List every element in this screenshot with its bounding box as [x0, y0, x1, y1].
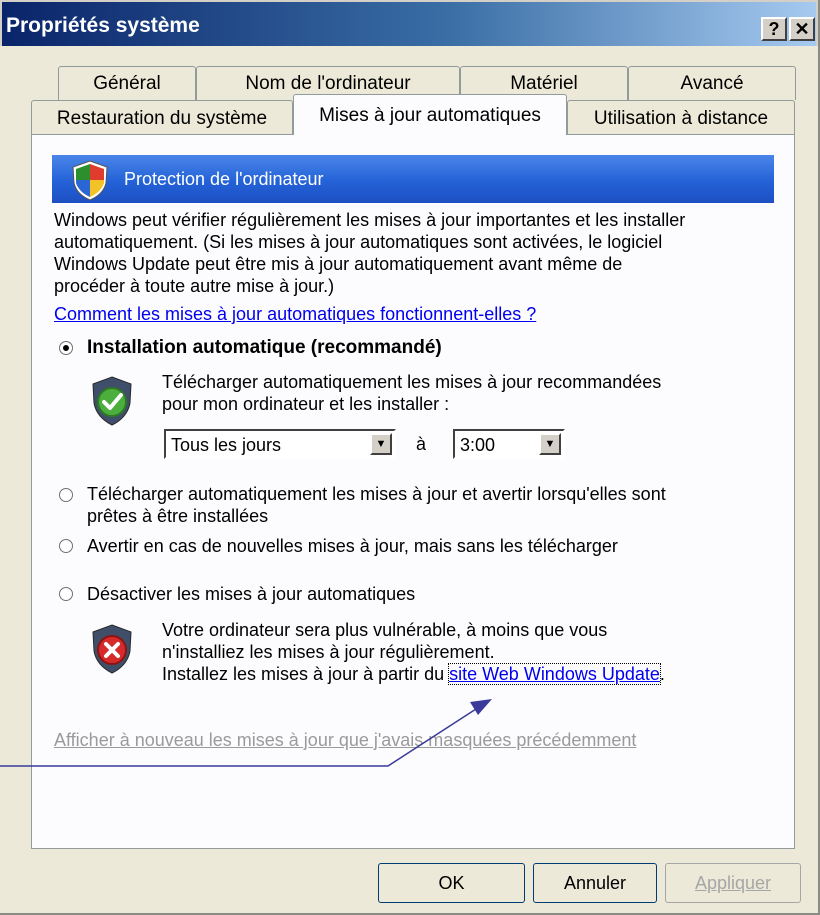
- annotation-arrow: [0, 699, 492, 767]
- system-properties-dialog: Propriétés système ? ✕ Général Nom de l'…: [0, 0, 820, 915]
